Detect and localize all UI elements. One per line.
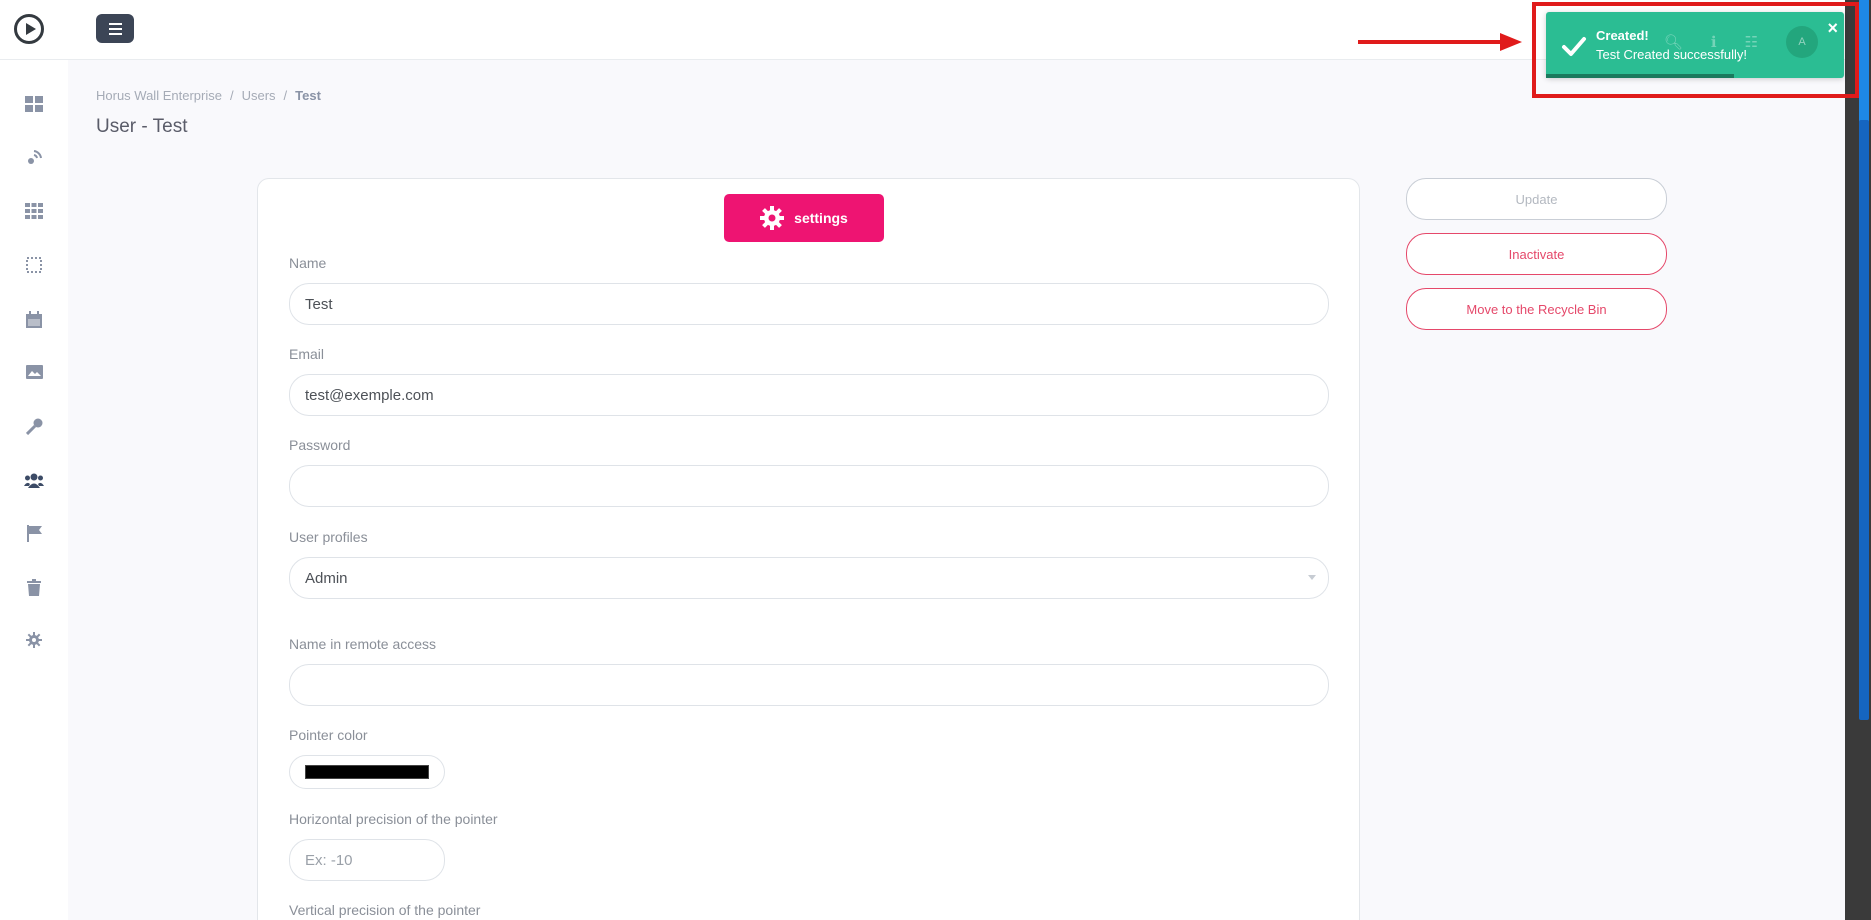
remote-name-field[interactable] bbox=[289, 664, 1329, 706]
scrollbar[interactable] bbox=[1845, 0, 1871, 920]
sidebar-item-flags[interactable] bbox=[22, 521, 46, 545]
dashboard-icon bbox=[25, 96, 43, 112]
apps-grid-icon bbox=[25, 203, 43, 219]
password-label: Password bbox=[289, 437, 351, 453]
inactivate-button[interactable]: Inactivate bbox=[1406, 233, 1667, 275]
sidebar-item-images[interactable] bbox=[22, 360, 46, 384]
name-field[interactable]: Test bbox=[289, 283, 1329, 325]
sidebar-item-calendar[interactable] bbox=[22, 307, 46, 331]
update-button[interactable]: Update bbox=[1406, 178, 1667, 220]
breadcrumb-current: Test bbox=[295, 88, 321, 103]
email-label: Email bbox=[289, 346, 325, 362]
h-precision-input[interactable]: Ex: -10 bbox=[289, 839, 445, 881]
trash-icon bbox=[27, 578, 41, 596]
sidebar-item-users[interactable] bbox=[22, 468, 46, 492]
key-icon bbox=[25, 418, 42, 435]
breadcrumb-separator: / bbox=[229, 88, 234, 103]
breadcrumb-org-link[interactable]: Horus Wall Enterprise bbox=[96, 88, 222, 103]
flag-icon bbox=[26, 524, 42, 542]
scrollbar-thumb[interactable] bbox=[1859, 120, 1869, 720]
email-field[interactable]: test@exemple.com bbox=[289, 374, 1329, 416]
settings-tab-label: settings bbox=[794, 210, 848, 226]
pointer-color-picker[interactable] bbox=[289, 755, 445, 789]
annotation-arrow bbox=[1358, 40, 1510, 44]
sidebar-item-keys[interactable] bbox=[22, 414, 46, 438]
remote-name-label: Name in remote access bbox=[289, 636, 437, 652]
gear-icon bbox=[26, 632, 42, 648]
sidebar bbox=[0, 60, 68, 920]
user-profiles-label: User profiles bbox=[289, 529, 368, 545]
breadcrumb-separator: / bbox=[283, 88, 288, 103]
settings-tab-button[interactable]: settings bbox=[724, 194, 884, 242]
h-precision-placeholder: Ex: -10 bbox=[305, 851, 353, 869]
breadcrumb-users-link[interactable]: Users bbox=[242, 88, 276, 103]
chevron-down-icon bbox=[1308, 575, 1316, 580]
password-field[interactable] bbox=[289, 465, 1329, 507]
pointer-color-swatch bbox=[305, 765, 429, 779]
sidebar-item-settings[interactable] bbox=[22, 628, 46, 652]
h-precision-label: Horizontal precision of the pointer bbox=[289, 811, 498, 827]
user-form-card: settings Name Test Email test@exemple.co… bbox=[257, 178, 1360, 920]
breadcrumb: Horus Wall Enterprise / Users / Test bbox=[96, 88, 321, 103]
page-title: User - Test bbox=[96, 116, 188, 137]
users-icon bbox=[24, 473, 44, 488]
name-label: Name bbox=[289, 255, 327, 271]
sidebar-item-apps[interactable] bbox=[22, 199, 46, 223]
annotation-highlight-box bbox=[1532, 2, 1859, 98]
sidebar-item-layout[interactable] bbox=[22, 253, 46, 277]
app-logo-icon[interactable] bbox=[14, 14, 44, 44]
v-precision-label: Vertical precision of the pointer bbox=[289, 902, 481, 918]
name-value: Test bbox=[305, 295, 333, 313]
user-profiles-select[interactable]: Admin bbox=[289, 557, 1329, 599]
email-value: test@exemple.com bbox=[305, 386, 434, 404]
sidebar-item-dashboard[interactable] bbox=[22, 92, 46, 116]
menu-toggle-button[interactable] bbox=[96, 14, 134, 43]
sidebar-item-broadcast[interactable] bbox=[22, 146, 46, 170]
user-profiles-value: Admin bbox=[305, 569, 348, 587]
pointer-color-label: Pointer color bbox=[289, 727, 368, 743]
sidebar-item-trash[interactable] bbox=[22, 575, 46, 599]
broadcast-icon bbox=[28, 150, 42, 164]
recycle-bin-button[interactable]: Move to the Recycle Bin bbox=[1406, 288, 1667, 330]
calendar-icon bbox=[26, 310, 42, 328]
images-icon bbox=[25, 365, 43, 379]
gear-icon bbox=[760, 206, 785, 230]
annotation-arrow-head bbox=[1500, 33, 1522, 51]
layout-icon bbox=[26, 257, 42, 273]
